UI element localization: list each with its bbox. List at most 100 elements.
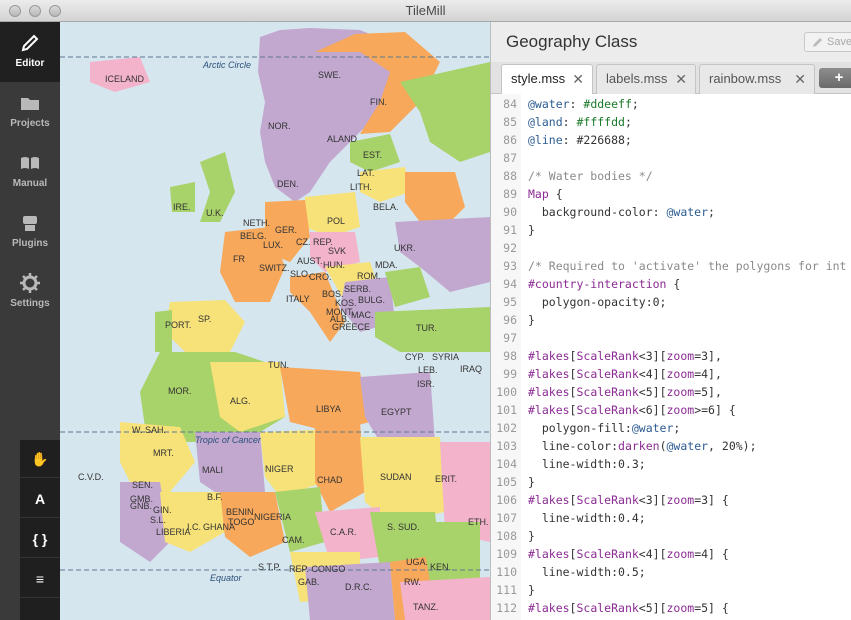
code-text[interactable]: line-color:darken(@water, 20%); [528, 437, 757, 455]
code-line[interactable]: 87 [491, 149, 851, 167]
code-line[interactable]: 108} [491, 527, 851, 545]
code-line[interactable]: 96} [491, 311, 851, 329]
code-line[interactable]: 104 line-width:0.3; [491, 455, 851, 473]
line-number: 107 [496, 511, 517, 525]
code-line[interactable]: 86 @line: #226688; [491, 131, 851, 149]
sidebar-item-editor[interactable]: Editor [0, 22, 60, 82]
code-line[interactable]: 110 line-width:0.5; [491, 563, 851, 581]
line-number: 93 [503, 259, 517, 273]
save-button[interactable]: Save [804, 32, 851, 52]
close-window-button[interactable] [9, 5, 21, 17]
line-number: 112 [496, 601, 517, 615]
sidebar-item-projects[interactable]: Projects [0, 82, 60, 142]
country-label: UGA. [406, 557, 429, 567]
sidebar-item-plugins[interactable]: Plugins [0, 202, 60, 262]
code-line[interactable]: 99 #lakes[ScaleRank<4][zoom=4], [491, 365, 851, 383]
code-line[interactable]: 95 polygon-opacity:0; [491, 293, 851, 311]
code-text[interactable]: #lakes[ScaleRank<5][zoom=5] { [528, 599, 729, 617]
country-label: S.T.P. [258, 562, 281, 572]
code-line[interactable]: 89 Map { [491, 185, 851, 203]
code-text[interactable]: /* Required to 'activate' the polygons f… [528, 257, 847, 275]
code-text[interactable]: @line: #226688; [528, 131, 632, 149]
country-label: SUDAN [380, 472, 412, 482]
braces-icon[interactable]: { } [20, 520, 60, 558]
tab-rainbow-mss[interactable]: rainbow.mss ✕ [699, 64, 815, 94]
code-text[interactable]: Map { [528, 185, 563, 203]
country-label: IRAQ [460, 364, 483, 374]
code-line[interactable]: 94 #country-interaction { [491, 275, 851, 293]
code-text[interactable]: polygon-opacity:0; [528, 293, 667, 311]
country-label: IRE. [173, 202, 191, 212]
code-text[interactable]: #lakes[ScaleRank<3][zoom=3], [528, 347, 722, 365]
code-text[interactable]: } [528, 221, 535, 239]
zoom-window-button[interactable] [49, 5, 61, 17]
close-tab-icon[interactable]: ✕ [572, 65, 584, 93]
code-text[interactable]: #country-interaction { [528, 275, 680, 293]
code-line[interactable]: 98 #lakes[ScaleRank<3][zoom=3], [491, 347, 851, 365]
add-tab-button[interactable]: + [819, 68, 851, 88]
folder-icon [21, 98, 39, 110]
tab-style-mss[interactable]: style.mss ✕ [501, 64, 593, 95]
code-text[interactable]: line-width:0.4; [528, 509, 646, 527]
code-text[interactable]: } [528, 527, 535, 545]
code-text[interactable]: polygon-fill:@water; [528, 419, 681, 437]
code-text[interactable]: line-width:0.3; [528, 455, 646, 473]
code-text[interactable]: @water: #ddeeff; [528, 95, 639, 113]
close-tab-icon[interactable]: ✕ [675, 65, 687, 93]
tab-labels-mss[interactable]: labels.mss ✕ [596, 64, 696, 94]
code-line[interactable]: 97 [491, 329, 851, 347]
code-text[interactable]: background-color: @water; [528, 203, 715, 221]
code-text[interactable]: #lakes[ScaleRank<3][zoom=3] { [528, 491, 729, 509]
code-text[interactable]: } [528, 581, 535, 599]
code-text[interactable]: /* Water bodies */ [528, 167, 653, 185]
code-text[interactable]: line-width:0.5; [528, 563, 646, 581]
code-line[interactable]: 100 #lakes[ScaleRank<5][zoom=5], [491, 383, 851, 401]
code-line[interactable]: 85 @land: #ffffdd; [491, 113, 851, 131]
code-line[interactable]: 91} [491, 221, 851, 239]
sidebar-item-manual[interactable]: Manual [0, 142, 60, 202]
line-number: 94 [503, 277, 517, 291]
sidebar-item-label: Manual [12, 178, 48, 189]
country-label: LEB. [418, 365, 438, 375]
code-text[interactable]: #lakes[ScaleRank<5][zoom=5], [528, 383, 722, 401]
map-view[interactable]: Arctic Circle Tropic of Cancer Equator I… [60, 22, 490, 620]
code-line[interactable]: 103 line-color:darken(@water, 20%); [491, 437, 851, 455]
code-line[interactable]: 90 background-color: @water; [491, 203, 851, 221]
country-label: NOR. [268, 121, 291, 131]
code-text[interactable]: } [528, 473, 535, 491]
code-line[interactable]: 93 /* Required to 'activate' the polygons… [491, 257, 851, 275]
hand-icon[interactable]: ✋ [20, 440, 60, 478]
country-label: PORT. [165, 320, 192, 330]
layers-icon[interactable]: ≡ [20, 560, 60, 598]
country-label: CYP. [405, 352, 425, 362]
text-icon[interactable]: A [20, 480, 60, 518]
code-line[interactable]: 111} [491, 581, 851, 599]
code-line[interactable]: 101 #lakes[ScaleRank<6][zoom>=6] { [491, 401, 851, 419]
line-number: 88 [503, 169, 517, 183]
code-editor[interactable]: 84 @water: #ddeeff; 85 @land: #ffffdd; 86 @li… [491, 94, 851, 620]
country-label: W. SAH. [132, 425, 167, 435]
line-number: 86 [503, 133, 517, 147]
code-line[interactable]: 84 @water: #ddeeff; [491, 95, 851, 113]
code-text[interactable]: #lakes[ScaleRank<4][zoom=4] { [528, 545, 729, 563]
code-line[interactable]: 88 /* Water bodies */ [491, 167, 851, 185]
code-text[interactable]: @land: #ffffdd; [528, 113, 632, 131]
code-line[interactable]: 102 polygon-fill:@water; [491, 419, 851, 437]
close-tab-icon[interactable]: ✕ [794, 65, 806, 93]
code-line[interactable]: 109 #lakes[ScaleRank<4][zoom=4] { [491, 545, 851, 563]
code-line[interactable]: 106 #lakes[ScaleRank<3][zoom=3] { [491, 491, 851, 509]
code-text[interactable]: #lakes[ScaleRank<6][zoom>=6] { [528, 401, 736, 419]
minimize-window-button[interactable] [29, 5, 41, 17]
gear-icon [20, 273, 40, 293]
code-text[interactable]: #lakes[ScaleRank<4][zoom=4], [528, 365, 722, 383]
country-label: EST. [363, 150, 383, 160]
project-title: Geography Class [506, 32, 638, 51]
country-label: U.K. [206, 208, 224, 218]
code-line[interactable]: 107 line-width:0.4; [491, 509, 851, 527]
code-line[interactable]: 112 #lakes[ScaleRank<5][zoom=5] { [491, 599, 851, 617]
code-text[interactable]: } [528, 311, 535, 329]
code-line[interactable]: 92 [491, 239, 851, 257]
map-canvas[interactable] [60, 22, 490, 620]
code-line[interactable]: 105} [491, 473, 851, 491]
sidebar-item-settings[interactable]: Settings [0, 262, 60, 322]
